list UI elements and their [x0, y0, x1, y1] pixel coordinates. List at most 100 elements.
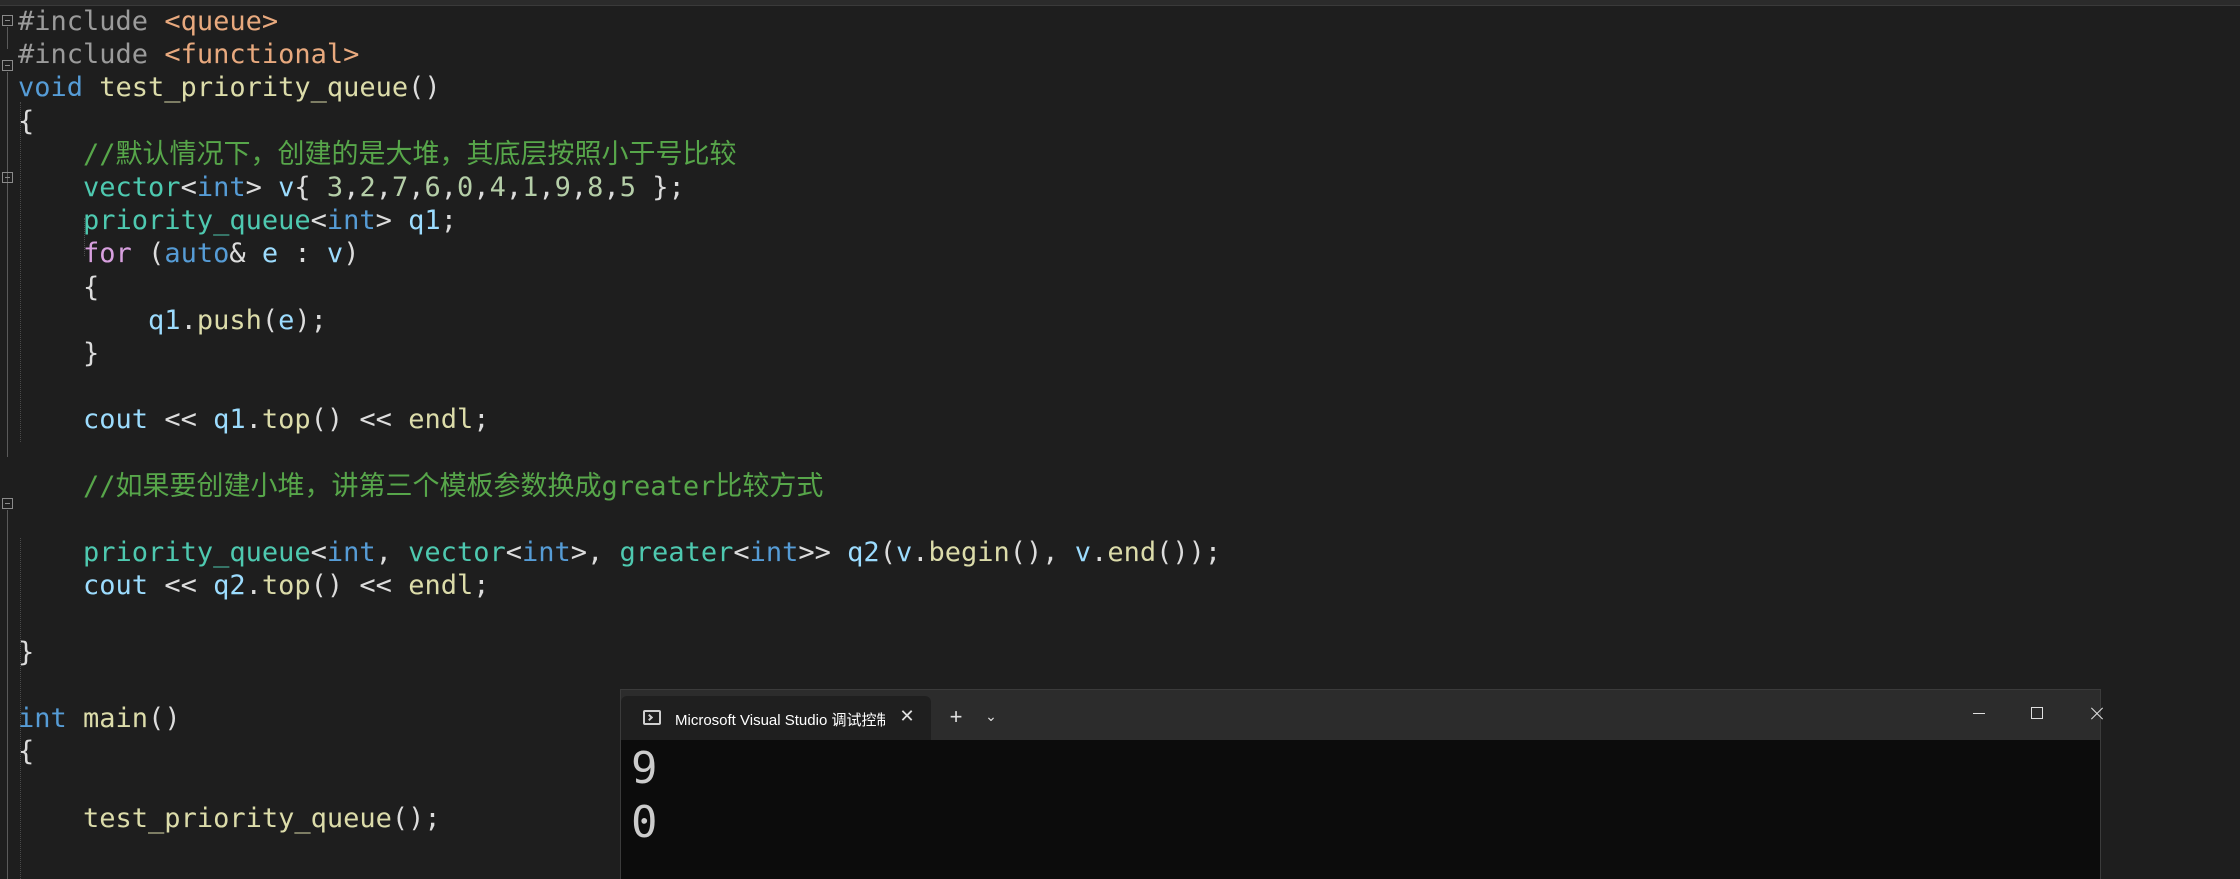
- code-token: <: [733, 537, 750, 568]
- tab-close-icon[interactable]: ✕: [897, 706, 917, 726]
- code-token: {: [18, 736, 35, 767]
- code-token: int: [196, 172, 246, 203]
- screen: #include <queue> #include <functional> voi…: [0, 0, 2240, 879]
- code-token: (: [261, 305, 279, 336]
- code-token: e: [278, 305, 295, 336]
- code-line-text: int main(): [18, 702, 181, 735]
- code-line-text: q1.push(e);: [18, 304, 327, 337]
- code-line-text: }: [18, 337, 99, 370]
- maximize-button[interactable]: [2015, 698, 2061, 728]
- code-token: ,: [343, 172, 360, 203]
- code-token: <queue>: [164, 6, 279, 37]
- code-token: main: [83, 703, 149, 734]
- code-token: int: [18, 703, 84, 734]
- code-line-text: priority_queue<int, vector<int>, greater…: [18, 536, 1221, 569]
- code-token: ();: [391, 803, 441, 834]
- terminal-icon: [643, 710, 661, 725]
- code-token: e: [261, 238, 279, 269]
- code-token: >: [245, 172, 279, 203]
- code-token: for: [83, 238, 132, 269]
- fold-toggle-for-loop[interactable]: [2, 172, 13, 183]
- code-line-text: #include <functional>: [18, 38, 359, 71]
- code-token: vector: [408, 537, 506, 568]
- code-token: greater: [619, 537, 734, 568]
- code-token: endl: [408, 570, 474, 601]
- code-token: (: [131, 238, 165, 269]
- code-token: 7: [391, 172, 409, 203]
- code-token: };: [635, 172, 685, 203]
- code-token: .: [245, 404, 262, 435]
- code-token: priority_queue: [83, 205, 311, 236]
- code-line-text: }: [18, 636, 34, 669]
- fold-range-line: [7, 510, 8, 879]
- code-token: (): [148, 703, 181, 734]
- code-token: );: [294, 305, 327, 336]
- code-token: ;: [440, 205, 457, 236]
- code-token: {: [294, 172, 327, 203]
- code-token: int: [749, 537, 799, 568]
- code-token: q1: [213, 404, 246, 435]
- minimize-button[interactable]: [1957, 698, 2003, 728]
- code-line-text: cout << q1.top() << endl;: [18, 403, 490, 436]
- code-token: 9: [554, 172, 571, 203]
- fold-toggle-test-function[interactable]: [2, 60, 13, 71]
- code-line-text: vector<int> v{ 3,2,7,6,0,4,1,9,8,5 };: [18, 171, 685, 204]
- console-output: 9 0: [621, 740, 2100, 879]
- close-window-button[interactable]: [2073, 698, 2119, 728]
- code-token: ;: [473, 570, 490, 601]
- code-token: &: [229, 238, 262, 269]
- code-token: ): [343, 238, 360, 269]
- console-tab-title: Microsoft Visual Studio 调试控制台: [675, 712, 885, 729]
- code-token: ;: [473, 404, 490, 435]
- code-token: ,: [375, 172, 392, 203]
- code-token: .: [245, 570, 262, 601]
- code-token: {: [18, 106, 35, 137]
- code-token: 0: [457, 172, 474, 203]
- code-token: cout: [83, 570, 149, 601]
- code-line-text: {: [18, 271, 99, 304]
- code-token: 8: [587, 172, 604, 203]
- new-tab-button[interactable]: +: [945, 706, 967, 728]
- console-tab[interactable]: Microsoft Visual Studio 调试控制台 ✕: [621, 696, 931, 740]
- code-token: top: [261, 570, 311, 601]
- code-token: {: [18, 272, 100, 303]
- code-token: push: [196, 305, 262, 336]
- fold-toggle-include[interactable]: [2, 15, 13, 26]
- code-token: >: [375, 205, 409, 236]
- code-line-text: //默认情况下，创建的是大堆，其底层按照小于号比较: [18, 138, 737, 171]
- code-token: <functional>: [164, 39, 360, 70]
- code-line-text: //如果要创建小堆，讲第三个模板参数换成greater比较方式: [18, 470, 823, 503]
- console-titlebar[interactable]: Microsoft Visual Studio 调试控制台 ✕ + ⌄: [621, 690, 2100, 740]
- fold-toggle-main-function[interactable]: [2, 498, 13, 509]
- code-token: void: [18, 72, 100, 103]
- code-token: 3: [326, 172, 344, 203]
- code-token: 4: [489, 172, 506, 203]
- code-line-text: {: [18, 105, 34, 138]
- debug-console-window[interactable]: Microsoft Visual Studio 调试控制台 ✕ + ⌄ 9 0: [620, 689, 2101, 879]
- code-token: #include: [18, 39, 165, 70]
- code-token: vector: [83, 172, 181, 203]
- code-token: v: [278, 172, 295, 203]
- code-token: int: [326, 537, 376, 568]
- code-token: 1: [522, 172, 539, 203]
- code-line-text: void test_priority_queue(): [18, 71, 441, 104]
- code-token: .: [1091, 537, 1108, 568]
- code-token: <<: [148, 570, 214, 601]
- code-token: int: [521, 537, 571, 568]
- console-output-line: 0: [631, 797, 658, 848]
- code-token: q1: [148, 305, 181, 336]
- code-line-text: priority_queue<int> q1;: [18, 204, 457, 237]
- code-token: <<: [148, 404, 214, 435]
- code-token: endl: [408, 404, 474, 435]
- code-token: ,: [603, 172, 620, 203]
- tab-dropdown-chevron-down-icon[interactable]: ⌄: [981, 706, 1001, 726]
- code-token: v: [326, 238, 344, 269]
- code-token: v: [895, 537, 913, 568]
